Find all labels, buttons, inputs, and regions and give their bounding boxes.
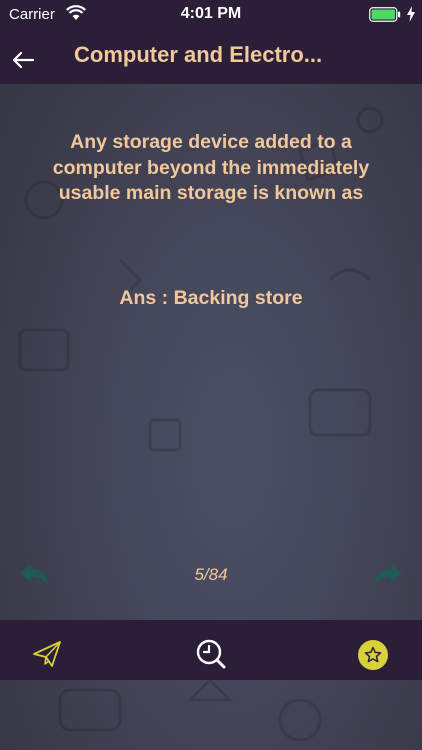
answer-text: Ans : Backing store	[119, 287, 303, 309]
back-arrow-icon[interactable]	[8, 44, 40, 76]
next-arrow-icon[interactable]	[372, 563, 404, 589]
paper-plane-icon[interactable]	[32, 640, 62, 668]
previous-arrow-icon[interactable]	[18, 563, 50, 589]
clock-search-icon[interactable]	[195, 638, 227, 670]
question-text: Any storage device added to a computer b…	[52, 131, 370, 204]
favorite-button[interactable]	[358, 640, 388, 670]
page-title: Computer and Electro...	[74, 42, 323, 67]
app-screen: Carrier 4:01 PM Computer and Electro... …	[0, 0, 422, 750]
star-icon	[364, 646, 382, 663]
charging-bolt-icon	[407, 6, 415, 22]
status-time: 4:01 PM	[180, 5, 242, 22]
battery-icon	[369, 7, 401, 22]
status-bar: Carrier 4:01 PM	[0, 0, 422, 30]
page-counter: 5/84	[194, 565, 228, 584]
